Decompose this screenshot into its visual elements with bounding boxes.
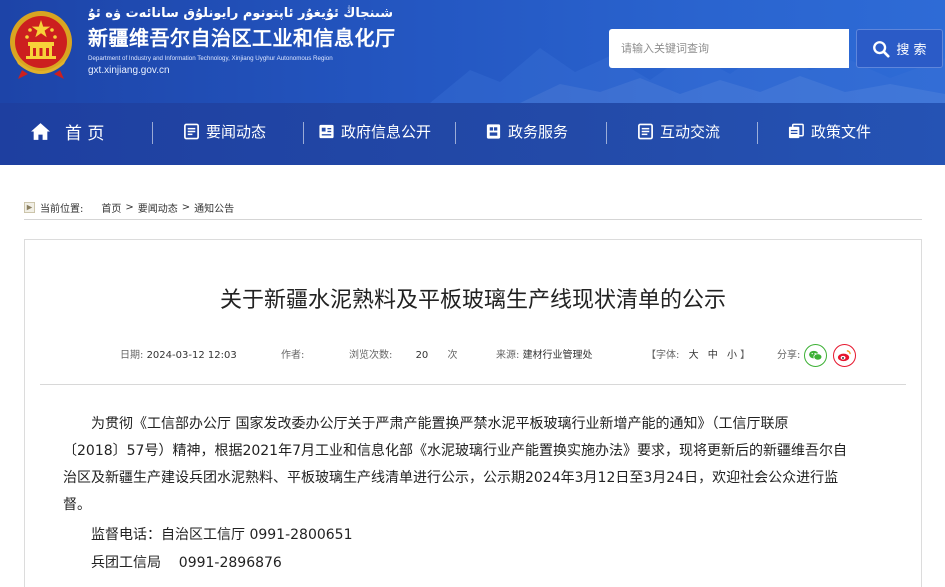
font-size-controls: 【字体: 大 中 小 】 xyxy=(646,348,750,364)
article-source: 来源: 建材行业管理处 xyxy=(496,348,593,364)
search-input[interactable] xyxy=(609,29,849,68)
search-icon xyxy=(873,40,890,58)
article-author: 作者: xyxy=(281,348,304,364)
breadcrumb-item-notices[interactable]: 通知公告 xyxy=(194,200,234,215)
nav-item-services[interactable]: 政务服务 xyxy=(485,103,568,159)
nav-item-home[interactable]: 首 页 xyxy=(30,103,104,159)
source-label: 来源: xyxy=(496,350,520,361)
article-views: 浏览次数: 20 次 xyxy=(349,348,457,364)
nav-item-policy[interactable]: 政策文件 xyxy=(788,103,871,159)
date-value: 2024-03-12 12:03 xyxy=(146,350,237,361)
meta-divider xyxy=(40,384,906,385)
article-title: 关于新疆水泥熟料及平板玻璃生产线现状清单的公示 xyxy=(219,288,726,313)
share-wechat-button[interactable] xyxy=(804,344,827,367)
date-label: 日期: xyxy=(120,350,144,361)
nav-item-label: 政务服务 xyxy=(508,122,569,141)
contact-phone-line: 兵团工信局 0991-2896876 xyxy=(91,555,282,571)
nav-divider xyxy=(152,122,153,144)
national-emblem-icon xyxy=(10,11,72,79)
policy-icon xyxy=(788,123,804,138)
nav-divider xyxy=(606,122,607,144)
author-label: 作者: xyxy=(281,350,305,361)
font-size-close: 】 xyxy=(740,350,751,361)
article-date: 日期: 2024-03-12 12:03 xyxy=(120,348,237,364)
site-domain: gxt.xinjiang.gov.cn xyxy=(88,65,170,76)
paragraph-line: 督。 xyxy=(63,497,91,513)
nav-item-label: 首 页 xyxy=(65,123,105,144)
nav-item-news[interactable]: 要闻动态 xyxy=(183,103,266,159)
breadcrumb-separator: > xyxy=(125,201,134,213)
breadcrumb-label: 当前位置: xyxy=(40,203,84,215)
search-button[interactable]: 搜 索 xyxy=(856,29,943,68)
interaction-icon xyxy=(638,123,653,139)
breadcrumb-separator: > xyxy=(181,201,191,213)
nav-divider xyxy=(455,122,456,144)
home-icon xyxy=(31,122,50,140)
breadcrumb-item-home[interactable]: 首页 xyxy=(101,200,121,215)
service-icon xyxy=(486,123,501,139)
font-size-label: 【字体: xyxy=(646,350,680,361)
nav-divider xyxy=(303,122,304,144)
paragraph-line: 为贯彻《工信部办公厅 国家发改委办公厅关于严肃产能置换严禁水泥平板玻璃行业新增产… xyxy=(91,416,789,432)
breadcrumb-item-news[interactable]: 要闻动态 xyxy=(138,200,178,215)
site-header: شىنجاڭ ئۇيغۇر ئاپتونوم رايونلۇق سانائەت … xyxy=(0,0,945,103)
uyghur-site-title: شىنجاڭ ئۇيغۇر ئاپتونوم رايونلۇق سانائەت … xyxy=(88,6,393,21)
share-label: 分享: xyxy=(777,350,801,361)
site-title[interactable]: 新疆维吾尔自治区工业和信息化厅 xyxy=(88,24,408,52)
source-value: 建材行业管理处 xyxy=(522,350,593,361)
nav-item-label: 互动交流 xyxy=(660,122,721,141)
search-button-label: 搜 索 xyxy=(896,43,927,58)
views-count: 20 xyxy=(415,350,429,361)
font-size-large-button[interactable]: 大 xyxy=(689,350,699,361)
share-weibo-button[interactable] xyxy=(833,344,856,367)
nav-divider xyxy=(757,122,758,144)
breadcrumb: 当前位置: 首页 > 要闻动态 > 通知公告 xyxy=(24,195,922,220)
nav-item-label: 要闻动态 xyxy=(206,122,267,141)
font-size-medium-button[interactable]: 中 xyxy=(708,350,718,361)
nav-item-gov-info[interactable]: 政府信息公开 xyxy=(318,103,431,159)
article-paragraph: 为贯彻《工信部办公厅 国家发改委办公厅关于严肃产能置换严禁水泥平板玻璃行业新增产… xyxy=(63,411,883,519)
document-icon xyxy=(319,124,334,138)
nav-item-label: 政府信息公开 xyxy=(341,122,432,141)
paragraph-line: 〔2018〕57号）精神，根据2021年7月工业和信息化部《水泥玻璃行业产能置换… xyxy=(63,443,847,459)
wechat-icon xyxy=(809,350,823,361)
paragraph-line: 治区及新疆生产建设兵团水泥熟料、平板玻璃生产线清单进行公示，公示期2024年3月… xyxy=(63,470,839,486)
article-panel: 关于新疆水泥熟料及平板玻璃生产线现状清单的公示 日期: 2024-03-12 1… xyxy=(24,239,922,587)
views-label: 浏览次数: xyxy=(349,350,393,361)
main-nav: 首 页 要闻动态 政府信息公开 政务服务 互动交流 政策文件 xyxy=(0,103,945,165)
weibo-icon xyxy=(837,350,851,362)
contact-phone-line: 监督电话：自治区工信厅 0991-2800651 xyxy=(91,527,353,543)
news-icon xyxy=(184,123,199,139)
location-icon xyxy=(24,201,35,213)
nav-item-label: 政策文件 xyxy=(811,122,872,141)
views-unit: 次 xyxy=(447,350,458,361)
font-size-small-button[interactable]: 小 xyxy=(727,350,737,361)
nav-item-interaction[interactable]: 互动交流 xyxy=(637,103,720,159)
